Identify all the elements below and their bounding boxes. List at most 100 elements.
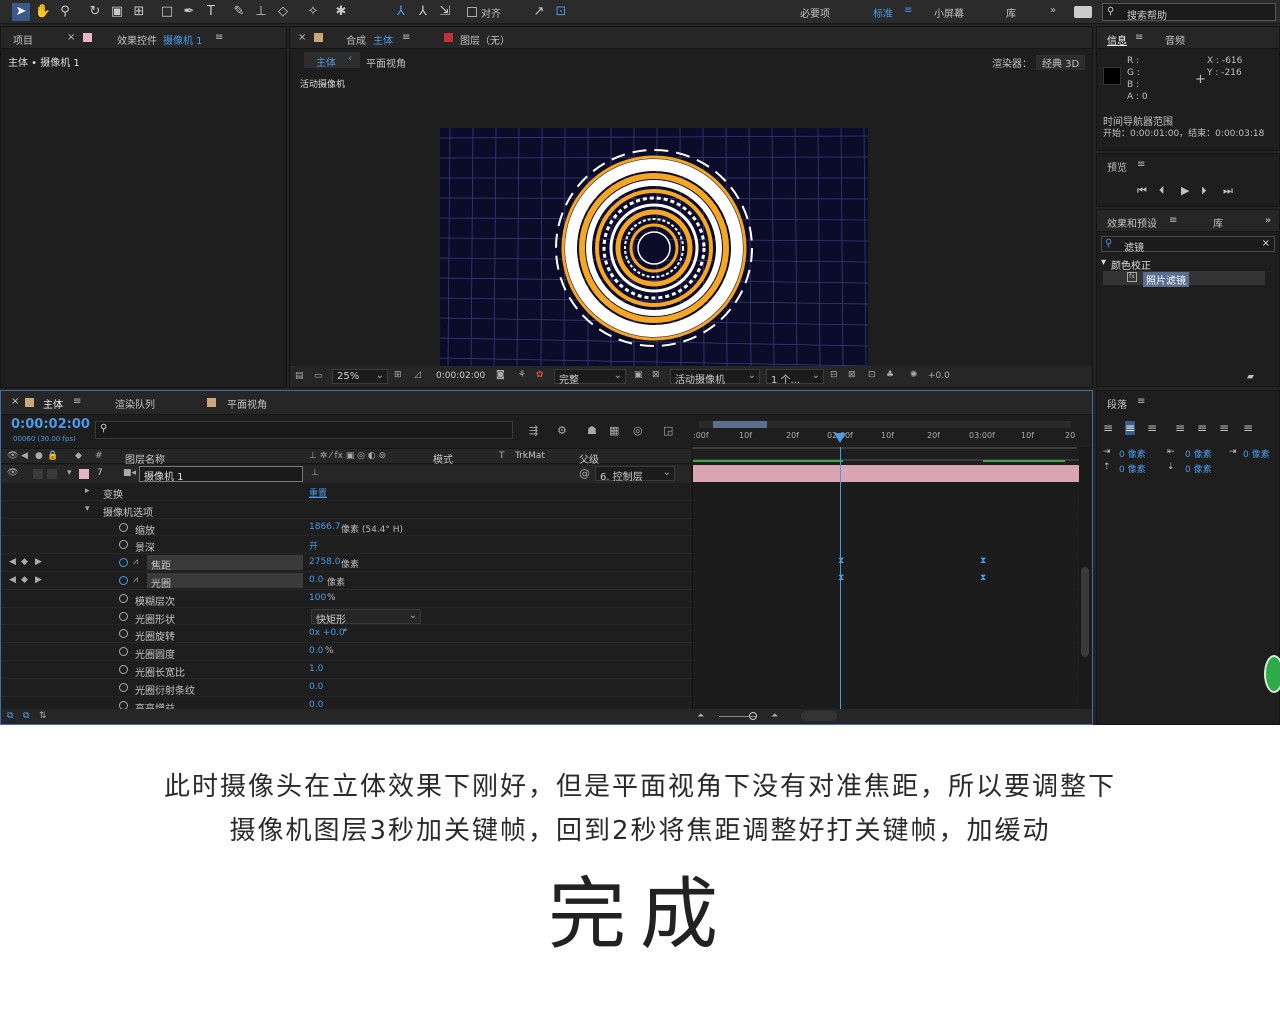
stopwatch-icon[interactable] bbox=[119, 558, 128, 568]
panel-menu-icon[interactable]: ≡ bbox=[215, 32, 223, 43]
local-axis-icon[interactable]: ⅄ bbox=[392, 3, 410, 21]
next-keyframe-icon[interactable]: ▶ bbox=[35, 575, 42, 585]
comp-mini-flowchart-icon[interactable]: ⇶ bbox=[529, 424, 538, 437]
current-time-display[interactable]: 0:00:02:00 bbox=[436, 371, 485, 381]
keyframe-icon[interactable]: ⧗ bbox=[838, 573, 844, 583]
eye-icon[interactable]: 👁 bbox=[7, 468, 18, 478]
tab-layer[interactable]: 图层（无） bbox=[460, 32, 510, 47]
tab-composition-name[interactable]: 主体 bbox=[373, 32, 393, 47]
property-value[interactable]: 1866.7 bbox=[309, 522, 341, 532]
timeline-current-time[interactable]: 0:00:02:00 bbox=[11, 417, 90, 432]
align-center-icon[interactable]: ≡ bbox=[1125, 421, 1136, 435]
first-frame-icon[interactable]: ⏮ bbox=[1137, 184, 1147, 198]
frame-blending-icon[interactable]: ▦ bbox=[609, 424, 619, 437]
layer-name-field[interactable]: 摄像机 1 bbox=[139, 466, 303, 483]
stopwatch-icon[interactable] bbox=[119, 647, 128, 657]
graph-editor-icon[interactable]: ◲ bbox=[663, 424, 673, 437]
tab-libraries[interactable]: 库 bbox=[1213, 215, 1223, 230]
panel-menu-icon[interactable]: ≡ bbox=[1135, 32, 1143, 43]
world-axis-icon[interactable]: ⅄ bbox=[414, 3, 432, 21]
panel-menu-icon[interactable]: ≡ bbox=[73, 396, 81, 407]
close-icon[interactable]: × bbox=[298, 32, 306, 43]
workspace-libraries[interactable]: 库 bbox=[1006, 5, 1016, 20]
zoom-dropdown[interactable]: 25% ⌄ bbox=[332, 369, 388, 384]
stopwatch-icon[interactable] bbox=[119, 682, 128, 692]
scrollbar-thumb[interactable] bbox=[1081, 567, 1089, 657]
pan-behind-tool-icon[interactable]: ⊞ bbox=[130, 3, 148, 21]
property-value[interactable]: 100 bbox=[309, 593, 326, 603]
fast-previews-icon[interactable]: ⊠ bbox=[848, 370, 856, 380]
justify-center-icon[interactable]: ≡ bbox=[1197, 421, 1207, 435]
prev-keyframe-icon[interactable]: ◀ bbox=[9, 575, 16, 585]
close-icon[interactable]: × bbox=[67, 32, 75, 43]
stopwatch-icon[interactable] bbox=[119, 611, 128, 621]
channel-icon[interactable]: ✿ bbox=[536, 370, 544, 380]
previous-frame-icon[interactable]: ⏴ bbox=[1159, 184, 1165, 198]
keyframe-icon[interactable]: ⧗ bbox=[980, 573, 986, 583]
space-before-value[interactable]: 0 像素 bbox=[1119, 462, 1146, 475]
column-layer-name[interactable]: 图层名称 bbox=[125, 451, 165, 466]
exposure-value[interactable]: +0.0 bbox=[928, 371, 950, 381]
tab-effect-controls[interactable]: 效果控件 bbox=[117, 32, 157, 47]
panel-menu-icon[interactable]: ≡ bbox=[1137, 159, 1145, 170]
resolution-dropdown[interactable]: 完整 ⌄ bbox=[554, 369, 626, 386]
reset-exposure-icon[interactable]: ✺ bbox=[910, 370, 918, 380]
next-keyframe-icon[interactable]: ▶ bbox=[35, 557, 42, 567]
indent-left-value[interactable]: 0 像素 bbox=[1119, 447, 1146, 460]
brush-tool-icon[interactable]: ✎ bbox=[230, 3, 248, 21]
tab-project[interactable]: 项目 bbox=[13, 32, 33, 47]
category-expand-icon[interactable]: ▾ bbox=[1101, 257, 1106, 268]
snapshot-icon[interactable]: ◙ bbox=[496, 370, 505, 380]
3d-view-dropdown[interactable]: 活动摄像机 ⌄ bbox=[670, 369, 760, 386]
expand-arrow-icon[interactable]: ▾ bbox=[85, 504, 90, 514]
keyframe-icon[interactable]: ⧗ bbox=[980, 556, 986, 566]
tab-composition[interactable]: 合成 bbox=[346, 32, 366, 47]
stopwatch-icon[interactable] bbox=[119, 576, 128, 585]
puppet-tool-icon[interactable]: ✱ bbox=[332, 3, 350, 21]
collapse-switch-icon[interactable]: ⊥ bbox=[311, 468, 319, 478]
timeline-icon[interactable]: ⊡ bbox=[868, 370, 876, 380]
time-navigator-range-bar[interactable] bbox=[713, 421, 767, 428]
show-snapshot-icon[interactable]: ⚘ bbox=[518, 370, 526, 380]
solo-toggle[interactable] bbox=[33, 469, 43, 479]
toggle-pixel-aspect-icon[interactable]: ⊟ bbox=[830, 370, 838, 380]
stopwatch-icon[interactable] bbox=[119, 593, 128, 603]
roto-brush-tool-icon[interactable]: ✧ bbox=[304, 3, 322, 21]
snap-checkbox[interactable] bbox=[467, 7, 477, 17]
monitor-icon[interactable]: ▭ bbox=[314, 371, 323, 381]
align-left-icon[interactable]: ≡ bbox=[1103, 421, 1113, 435]
always-preview-icon[interactable]: ▤ bbox=[295, 371, 304, 381]
workspace-small-screen[interactable]: 小屏幕 bbox=[934, 5, 964, 20]
stopwatch-icon[interactable] bbox=[119, 665, 128, 674]
expand-arrow-icon[interactable]: ▾ bbox=[67, 468, 72, 478]
close-icon[interactable]: × bbox=[11, 396, 19, 407]
viewer-tab-main[interactable]: 主体 ‹ bbox=[304, 52, 360, 69]
pick-whip-icon[interactable]: @ bbox=[579, 467, 590, 480]
keyboard-icon[interactable] bbox=[1074, 6, 1092, 18]
parent-dropdown[interactable]: 6. 控制层 ⌄ bbox=[595, 466, 675, 483]
layer-row-camera[interactable]: 👁 ▾ 7 ■◂ 摄像机 1 ⊥ @ 6. 控制层 ⌄ bbox=[1, 465, 691, 483]
timeline-search-input[interactable]: ⚲ bbox=[95, 421, 513, 439]
tab-effects-presets[interactable]: 效果和预设 bbox=[1107, 215, 1157, 230]
motion-blur-icon[interactable]: ◎ bbox=[633, 424, 643, 437]
property-value[interactable]: 0.0 bbox=[309, 682, 323, 692]
zoom-slider-thumb[interactable] bbox=[749, 712, 757, 720]
layer-label-swatch[interactable] bbox=[79, 469, 89, 479]
viewer-tab-flat[interactable]: 平面视角 bbox=[366, 55, 406, 70]
justify-all-icon[interactable]: ≡ bbox=[1243, 421, 1253, 435]
camera-tool-icon[interactable]: ▣ bbox=[108, 3, 126, 21]
property-value[interactable]: 2758.0 bbox=[309, 557, 341, 567]
zoom-tool-icon[interactable]: ⚲ bbox=[56, 3, 74, 21]
layer-duration-bar[interactable] bbox=[693, 465, 1079, 482]
zoom-out-icon[interactable]: ⏶ bbox=[697, 711, 704, 721]
column-mode[interactable]: 模式 bbox=[433, 451, 453, 466]
space-after-value[interactable]: 0 像素 bbox=[1185, 462, 1212, 475]
panel-menu-icon[interactable]: ≡ bbox=[1169, 215, 1177, 226]
indent-first-value[interactable]: 0 像素 bbox=[1243, 447, 1270, 460]
composition-viewport[interactable] bbox=[440, 128, 868, 366]
effect-controls-target[interactable]: 摄像机 1 bbox=[163, 32, 203, 47]
tab-audio[interactable]: 音频 bbox=[1165, 32, 1185, 47]
rotate-tool-icon[interactable]: ↻ bbox=[86, 3, 104, 21]
justify-right-icon[interactable]: ≡ bbox=[1219, 421, 1229, 435]
last-frame-icon[interactable]: ⏭ bbox=[1223, 184, 1233, 198]
